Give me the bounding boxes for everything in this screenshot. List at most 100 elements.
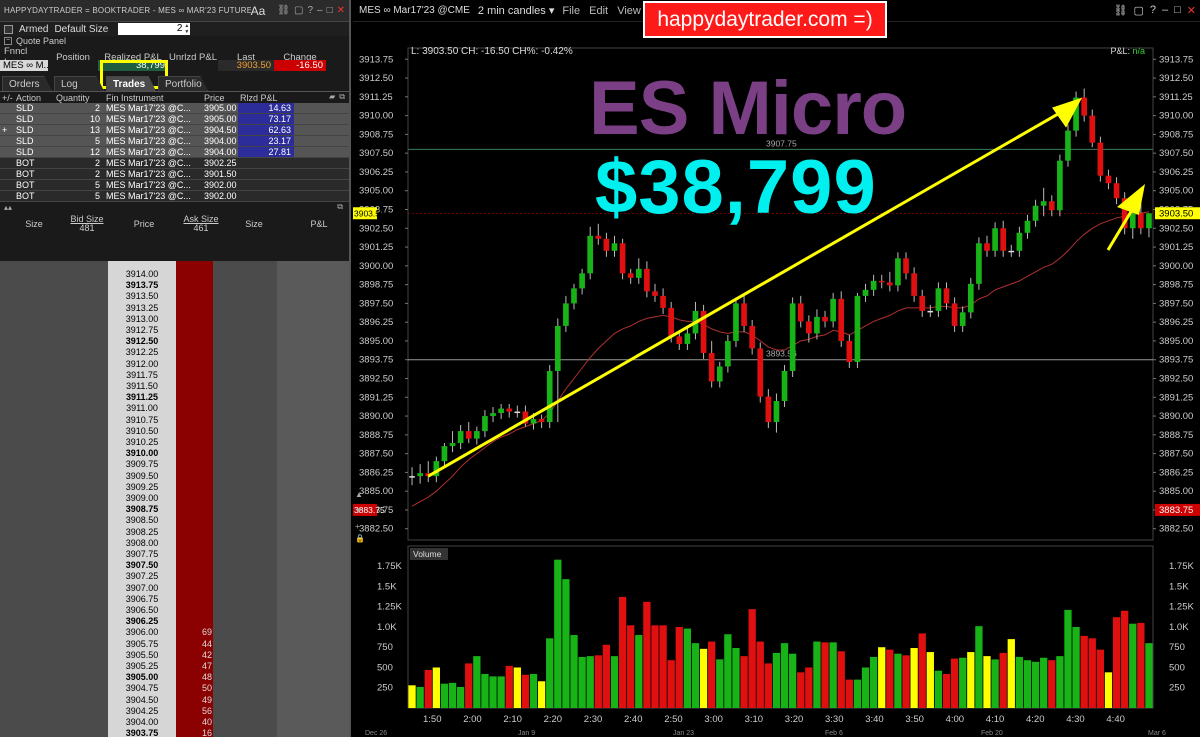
armed-checkbox[interactable] xyxy=(4,24,13,34)
ladder-row[interactable]: 3909.00 xyxy=(108,493,308,504)
configure-icon[interactable]: ▰ xyxy=(329,92,335,102)
default-size-label: Default Size xyxy=(54,23,109,35)
close-icon[interactable]: ✕ xyxy=(337,5,345,16)
chart-side-up-icon[interactable]: ▲ xyxy=(355,490,363,499)
ladder-row[interactable]: 3913.00 xyxy=(108,314,308,325)
ladder-row[interactable]: 3908.50 xyxy=(108,515,308,526)
tab-trades[interactable]: Trades xyxy=(106,76,156,91)
quote-instrument[interactable]: MES ∞ M... xyxy=(0,59,48,71)
trade-action: BOT xyxy=(16,191,35,201)
ladder-row[interactable]: 3904.25 56 xyxy=(108,706,308,717)
ladder-row[interactable]: 3910.75 xyxy=(108,415,308,426)
quote-panel-toggle[interactable]: − Quote Panel xyxy=(0,36,349,46)
chart-side-lock-icon[interactable]: 🔒 xyxy=(355,534,365,543)
ladder-row[interactable]: 3907.25 xyxy=(108,571,308,582)
ladder-ask-size xyxy=(176,426,213,437)
ladder-row[interactable]: 3907.00 xyxy=(108,583,308,594)
ladder-row[interactable]: 3909.50 xyxy=(108,471,308,482)
default-size-spinner[interactable]: ▲ ▼ xyxy=(184,23,189,35)
trade-row[interactable]: BOT 5 MES Mar17'23 @C... 3902.00 xyxy=(0,180,349,191)
ladder-row[interactable]: 3908.00 xyxy=(108,538,308,549)
help-icon[interactable]: ? xyxy=(307,5,313,16)
ladder-ask-size xyxy=(176,291,213,302)
expand-icon[interactable]: ⧉ xyxy=(339,92,345,102)
default-size-input[interactable]: 2 ▲ ▼ xyxy=(118,23,191,35)
ladder-row[interactable]: 3904.50 49 xyxy=(108,695,308,706)
minimize-icon[interactable]: – xyxy=(317,5,323,16)
ladder-buy-column[interactable] xyxy=(0,261,108,737)
restore-icon[interactable]: □ xyxy=(327,5,333,16)
lock-icon[interactable]: ▢ xyxy=(294,5,303,16)
ladder-row[interactable]: 3908.75 xyxy=(108,504,308,515)
ladder-row[interactable]: 3903.75 16 xyxy=(108,728,308,737)
ladder-row[interactable]: 3904.00 40 xyxy=(108,717,308,728)
tab-orders[interactable]: Orders xyxy=(2,76,52,91)
ladder-row[interactable]: 3911.75 xyxy=(108,370,308,381)
ladder-row[interactable]: 3907.75 xyxy=(108,549,308,560)
ladder-row[interactable]: 3910.50 xyxy=(108,426,308,437)
ladder-row[interactable]: 3909.75 xyxy=(108,459,308,470)
ladder-row[interactable]: 3910.00 xyxy=(108,448,308,459)
ladder-row[interactable]: 3910.25 xyxy=(108,437,308,448)
ladder-row[interactable]: 3906.25 xyxy=(108,616,308,627)
trades-col-price[interactable]: Price xyxy=(202,93,238,103)
trade-row[interactable]: SLD 2 MES Mar17'23 @C... 3905.00 14.63 xyxy=(0,103,349,114)
pnl-label: P&L: xyxy=(1110,46,1130,56)
ladder-row[interactable]: 3908.25 xyxy=(108,527,308,538)
candle-body xyxy=(992,228,998,251)
book-col-pnl: P&L xyxy=(310,219,328,229)
trade-row[interactable]: BOT 2 MES Mar17'23 @C... 3902.25 xyxy=(0,158,349,169)
trades-col-pnl[interactable]: Rlzd P&L xyxy=(238,93,294,103)
ladder-row[interactable]: 3912.75 xyxy=(108,325,308,336)
ladder-row[interactable]: 3907.50 xyxy=(108,560,308,571)
ladder-row[interactable]: 3911.25 xyxy=(108,392,308,403)
trades-footer-left-icon[interactable]: ▴▴ xyxy=(4,203,12,212)
ladder-row[interactable]: 3912.50 xyxy=(108,336,308,347)
ladder-row[interactable]: 3911.50 xyxy=(108,381,308,392)
trade-row[interactable]: SLD 10 MES Mar17'23 @C... 3905.00 73.17 xyxy=(0,114,349,125)
tab-log[interactable]: Log xyxy=(54,76,104,91)
ladder-price: 3912.25 xyxy=(125,347,159,358)
ladder-row[interactable]: 3909.25 xyxy=(108,482,308,493)
link-icon[interactable]: ⛓ xyxy=(277,5,290,16)
chart-side-down-icon[interactable]: ▼ xyxy=(355,506,363,515)
trades-col-expand[interactable]: +/- xyxy=(0,93,14,103)
ladder-row[interactable]: 3906.50 xyxy=(108,605,308,616)
ladder-row[interactable]: 3911.00 xyxy=(108,403,308,414)
trade-row[interactable]: BOT 5 MES Mar17'23 @C... 3902.00 xyxy=(0,191,349,202)
ladder-row[interactable]: 3905.25 47 xyxy=(108,661,308,672)
candle-body xyxy=(457,431,464,444)
trade-row[interactable]: SLD 5 MES Mar17'23 @C... 3904.00 23.17 xyxy=(0,136,349,147)
trade-row[interactable]: SLD 12 MES Mar17'23 @C... 3904.00 27.81 xyxy=(0,147,349,158)
collapse-icon[interactable]: − xyxy=(4,37,12,45)
quote-col-position[interactable]: Position xyxy=(48,52,98,63)
left-volume-tick: 1.25K xyxy=(377,602,402,613)
trades-footer-right-icon[interactable]: ⧉ xyxy=(337,202,343,212)
trades-col-quantity[interactable]: Quantity xyxy=(54,93,104,103)
trade-row[interactable]: BOT 2 MES Mar17'23 @C... 3901.50 xyxy=(0,169,349,180)
ladder-row[interactable]: 3913.75 xyxy=(108,280,308,291)
ladder-row[interactable]: 3912.00 xyxy=(108,359,308,370)
tab-portfolio[interactable]: Portfolio xyxy=(158,76,208,91)
ladder-ask-size xyxy=(176,347,213,358)
trade-price: 3904.00 xyxy=(204,147,237,157)
ladder-row[interactable]: 3912.25 xyxy=(108,347,308,358)
chart-side-plus-icon[interactable]: + xyxy=(355,522,360,531)
ladder-row[interactable]: 3904.75 50 xyxy=(108,683,308,694)
price-ladder[interactable]: 3914.00 3913.75 3913.50 3913.25 3913.00 3912.… xyxy=(0,261,349,737)
ladder-row[interactable]: 3905.75 44 xyxy=(108,639,308,650)
ladder-row[interactable]: 3906.00 69 xyxy=(108,627,308,638)
quote-col-unrealized-pnl[interactable]: Unrlzd P&L xyxy=(168,52,218,63)
ladder-row[interactable]: 3905.50 42 xyxy=(108,650,308,661)
volume-bar xyxy=(546,638,554,708)
trades-col-action[interactable]: Action xyxy=(14,93,54,103)
ladder-row[interactable]: 3905.00 48 xyxy=(108,672,308,683)
trades-col-instrument[interactable]: Fin Instrument xyxy=(104,93,202,103)
ladder-row[interactable]: 3913.50 xyxy=(108,291,308,302)
trade-row[interactable]: + SLD 13 MES Mar17'23 @C... 3904.50 62.63 xyxy=(0,125,349,136)
font-size-button[interactable]: Aa xyxy=(251,4,266,18)
ladder-row[interactable]: 3906.75 xyxy=(108,594,308,605)
ladder-row[interactable]: 3914.00 xyxy=(108,269,308,280)
ladder-row[interactable]: 3913.25 xyxy=(108,303,308,314)
volume-bar xyxy=(1064,609,1072,708)
